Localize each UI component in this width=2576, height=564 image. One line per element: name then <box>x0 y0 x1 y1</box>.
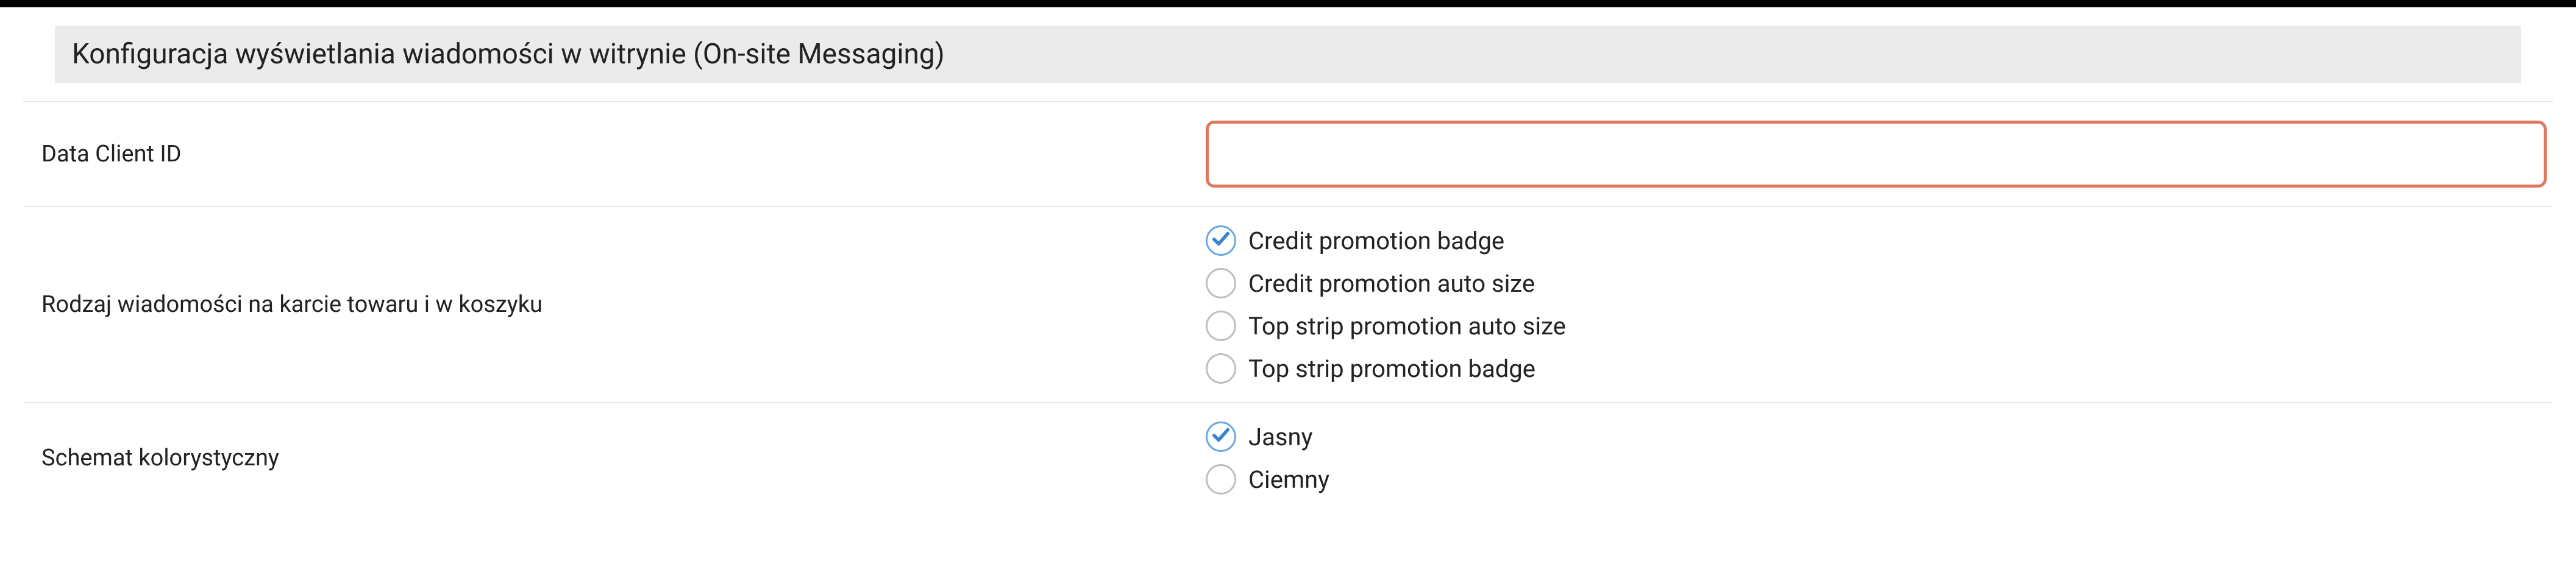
check-icon <box>1212 423 1230 450</box>
radio-label: Ciemny <box>1248 465 1329 494</box>
radio-icon <box>1206 353 1236 384</box>
radio-top-strip-promotion-auto-size[interactable]: Top strip promotion auto size <box>1206 311 2541 341</box>
radio-credit-promotion-badge[interactable]: Credit promotion badge <box>1206 225 2541 256</box>
field-color-scheme: Jasny Ciemny <box>1206 421 2541 495</box>
row-message-type: Rodzaj wiadomości na karcie towaru i w k… <box>23 206 2553 402</box>
label-message-type: Rodzaj wiadomości na karcie towaru i w k… <box>35 291 1206 318</box>
radio-icon <box>1206 311 1236 341</box>
radio-top-strip-promotion-badge[interactable]: Top strip promotion badge <box>1206 353 2541 384</box>
radio-label: Jasny <box>1248 423 1313 451</box>
row-color-scheme: Schemat kolorystyczny Jasny <box>23 402 2553 513</box>
radio-jasny[interactable]: Jasny <box>1206 421 2541 452</box>
field-data-client-id <box>1206 121 2547 188</box>
check-icon <box>1212 227 1230 254</box>
section-header: Konfiguracja wyświetlania wiadomości w w… <box>55 26 2521 83</box>
radio-label: Credit promotion badge <box>1248 227 1504 255</box>
label-data-client-id: Data Client ID <box>35 141 1206 167</box>
radio-icon <box>1206 464 1236 495</box>
color-scheme-radio-list: Jasny Ciemny <box>1206 421 2541 495</box>
settings-rows: Data Client ID Rodzaj wiadomości na karc… <box>23 101 2553 513</box>
radio-icon <box>1206 268 1236 298</box>
radio-label: Top strip promotion badge <box>1248 354 1535 383</box>
field-message-type: Credit promotion badge Credit promotion … <box>1206 225 2541 384</box>
radio-label: Top strip promotion auto size <box>1248 312 1566 340</box>
radio-icon <box>1206 225 1236 256</box>
radio-credit-promotion-auto-size[interactable]: Credit promotion auto size <box>1206 268 2541 298</box>
section-title: Konfiguracja wyświetlania wiadomości w w… <box>72 38 945 71</box>
row-data-client-id: Data Client ID <box>23 101 2553 206</box>
label-color-scheme: Schemat kolorystyczny <box>35 445 1206 471</box>
radio-ciemny[interactable]: Ciemny <box>1206 464 2541 495</box>
radio-label: Credit promotion auto size <box>1248 269 1535 298</box>
data-client-id-input[interactable] <box>1206 121 2547 188</box>
message-type-radio-list: Credit promotion badge Credit promotion … <box>1206 225 2541 384</box>
radio-icon <box>1206 421 1236 452</box>
window-top-bar <box>0 0 2576 7</box>
